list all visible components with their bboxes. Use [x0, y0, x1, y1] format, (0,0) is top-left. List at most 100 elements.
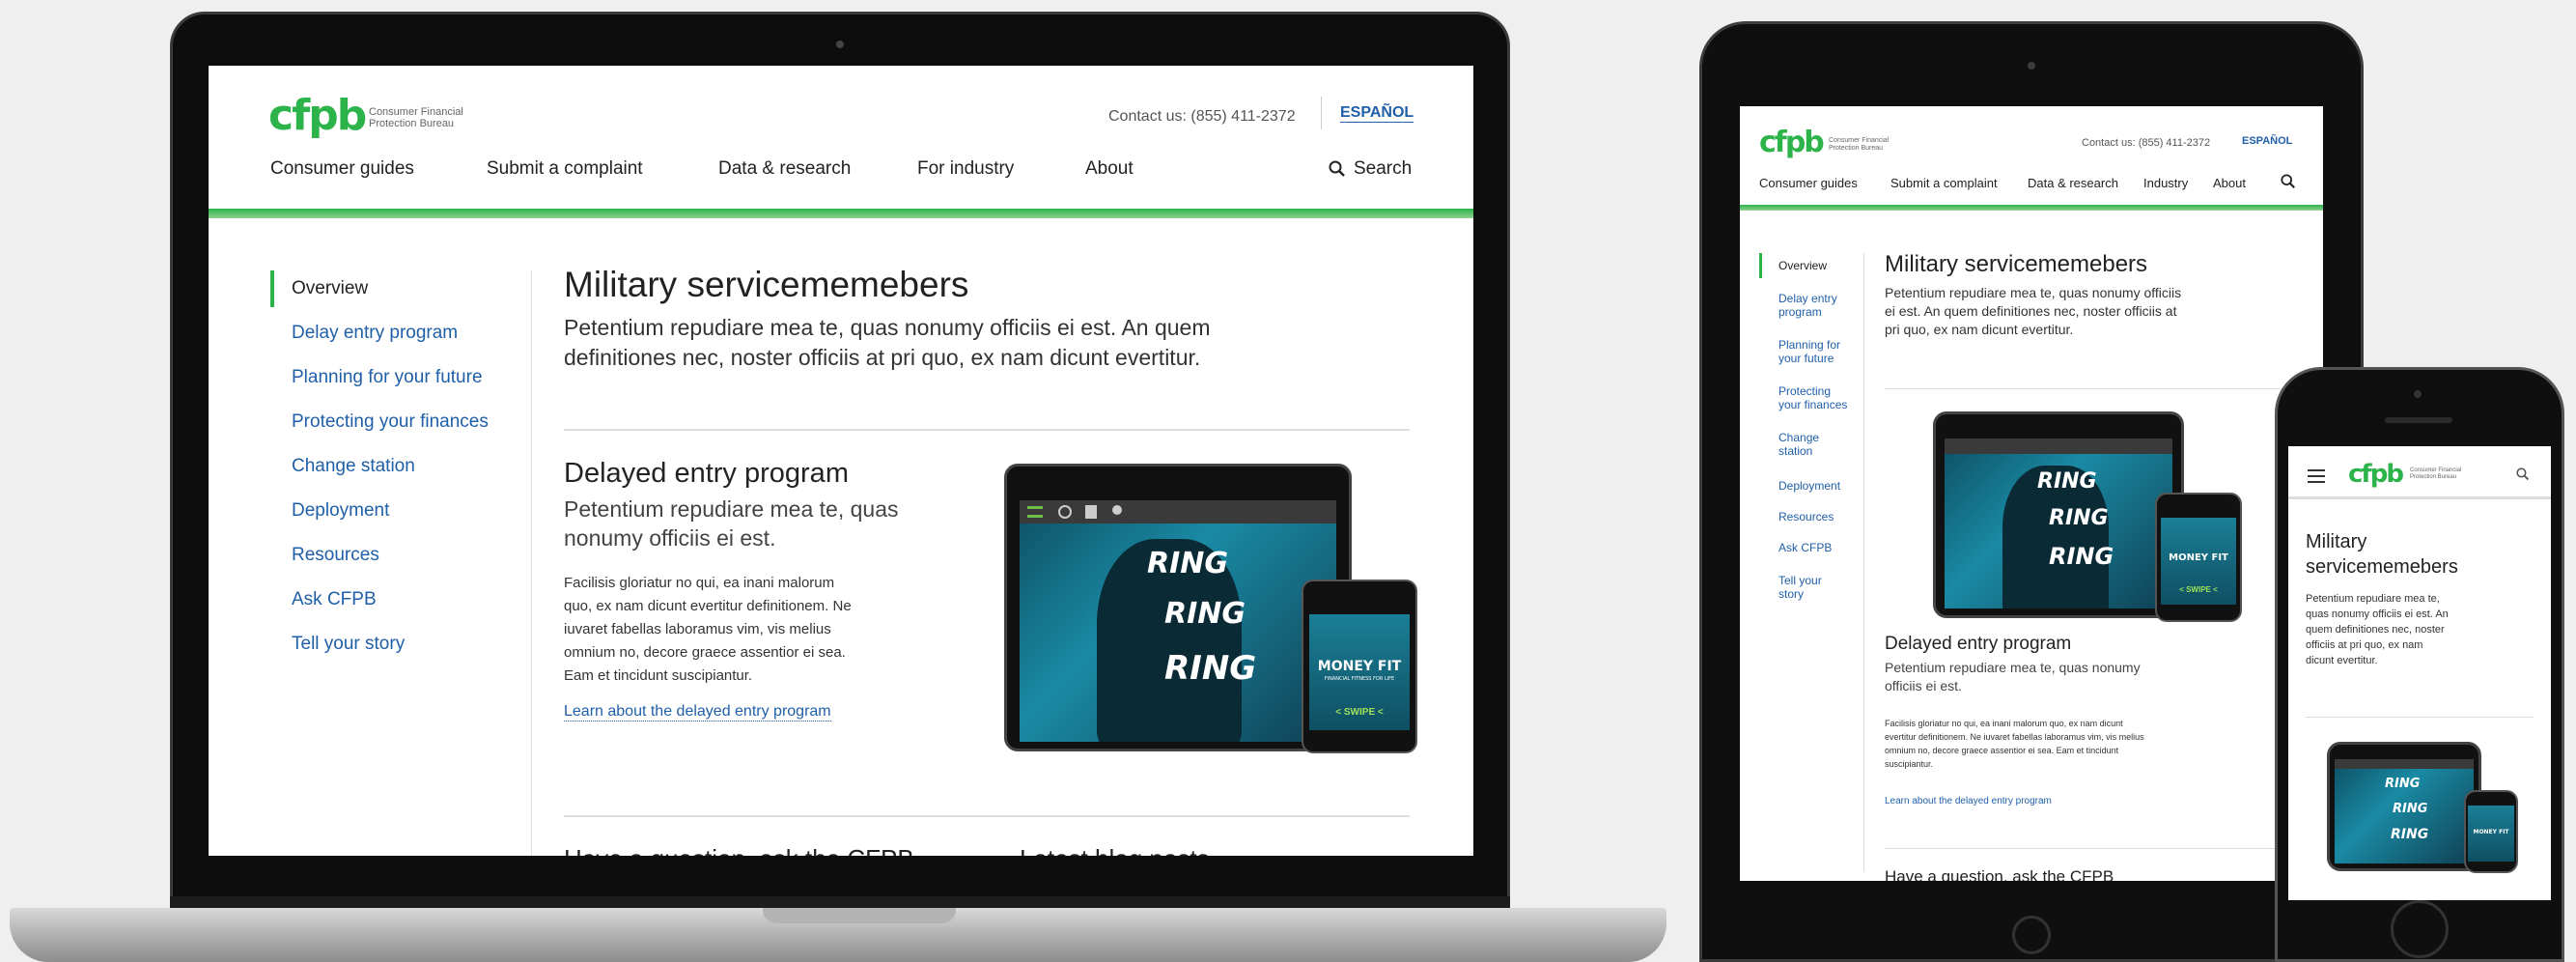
- body-line-3: iuvaret fabellas laboramus vim, vis meli…: [564, 621, 831, 637]
- logo-subtitle: Consumer Financial Protection Bureau: [369, 106, 463, 129]
- sidenav-deployment[interactable]: Deployment: [292, 500, 389, 522]
- phone-cfpb-logo[interactable]: cfpb: [2348, 460, 2404, 489]
- cfpb-logo[interactable]: cfpb: [268, 91, 367, 140]
- sidenav-ask-cfpb[interactable]: Ask CFPB: [292, 589, 377, 610]
- tablet-planning-1: Planning for: [1778, 338, 1841, 352]
- logo-sub-line-2: Protection Bureau: [369, 118, 455, 130]
- money-fit-title: MONEY FIT: [1317, 659, 1402, 674]
- tablet-contact[interactable]: Contact us: (855) 411-2372: [2082, 137, 2210, 149]
- phone-camera: [2414, 390, 2422, 398]
- tablet-change-1: Change: [1778, 431, 1820, 444]
- phone-intro-4: officiis at pri quo, ex nam: [2306, 639, 2423, 651]
- body-line-5: Eam et tincidunt suscipiantur.: [564, 667, 753, 684]
- section-sub-line-2: nonumy officiis ei est.: [564, 525, 776, 551]
- tablet-sidenav-protecting[interactable]: Protecting your finances: [1778, 384, 1847, 411]
- pin-icon: [1112, 505, 1122, 515]
- page-intro: Petentium repudiare mea te, quas nonumy …: [564, 313, 1211, 373]
- tablet-change-2: station: [1778, 444, 1813, 458]
- phone-menu-icon[interactable]: [2308, 469, 2325, 483]
- laptop-camera: [836, 41, 844, 48]
- sidenav-protecting[interactable]: Protecting your finances: [292, 411, 489, 433]
- tablet-cfpb-logo[interactable]: cfpb: [1759, 126, 1825, 159]
- section-body: Facilisis gloriatur no qui, ea inani mal…: [564, 572, 852, 688]
- tablet-sidenav-ask-cfpb[interactable]: Ask CFPB: [1778, 541, 1832, 554]
- search-button[interactable]: Search: [1329, 158, 1412, 180]
- tablet-page-intro: Petentium repudiare mea te, quas nonumy …: [1885, 284, 2181, 339]
- tablet-nav-data-research[interactable]: Data & research: [2028, 176, 2118, 190]
- phone-intro-2: quas nonumy officiis ei est. An: [2306, 608, 2449, 620]
- phone-intro-5: dicunt evertitur.: [2306, 655, 2378, 666]
- phone-logo-sub-2: Protection Bureau: [2410, 473, 2457, 480]
- contact-phone[interactable]: Contact us: (855) 411-2372: [1108, 108, 1296, 126]
- ask-cfpb-heading: Have a question, ask the CFPB: [564, 844, 914, 856]
- tablet-sidenav-tell-story[interactable]: Tell your story: [1778, 574, 1822, 601]
- tablet-section-title: Delayed entry program: [1885, 634, 2072, 654]
- phone-money-fit: MONEY FIT: [2473, 829, 2509, 835]
- tablet-camera: [2028, 62, 2035, 70]
- tablet-body-1: Facilisis gloriatur no qui, ea inani mal…: [1885, 719, 2123, 728]
- tablet-nav-industry[interactable]: Industry: [2143, 176, 2188, 190]
- phone-illustration-phone-screen: MONEY FIT: [2468, 806, 2514, 862]
- espanol-link[interactable]: ESPAÑOL: [1340, 104, 1414, 123]
- sidenav-tell-story[interactable]: Tell your story: [292, 634, 405, 655]
- tablet-sidenav-marker: [1759, 253, 1762, 278]
- phone-title-2: servicememebers: [2306, 556, 2458, 578]
- money-fit-sub: FINANCIAL FITNESS FOR LIFE: [1324, 676, 1395, 682]
- tablet-search-icon[interactable]: [2281, 174, 2296, 189]
- tablet-logo-sub-1: Consumer Financial: [1829, 137, 1890, 144]
- menu-icon: [1027, 506, 1043, 518]
- tablet-sidenav-delay-entry[interactable]: Delay entry program: [1778, 292, 1837, 319]
- sidenav-resources[interactable]: Resources: [292, 545, 379, 566]
- laptop-screen: cfpb Consumer Financial Protection Burea…: [209, 66, 1473, 856]
- tablet-learn-more-link[interactable]: Learn about the delayed entry program: [1885, 796, 2052, 806]
- tablet-logo-sub-2: Protection Bureau: [1829, 144, 1884, 152]
- tablet-sidenav-change-station[interactable]: Change station: [1778, 431, 1819, 458]
- tablet-illustration-phone-screen: MONEY FIT < SWIPE <: [2161, 518, 2236, 605]
- sidenav-planning[interactable]: Planning for your future: [292, 367, 483, 388]
- section-divider: [564, 429, 1410, 431]
- body-line-4: omnium no, decore graece assentior ei se…: [564, 644, 846, 661]
- nav-submit-complaint[interactable]: Submit a complaint: [487, 158, 643, 180]
- tablet-section-divider: [1885, 388, 2310, 389]
- nav-for-industry[interactable]: For industry: [917, 158, 1014, 180]
- tablet-sidenav-overview[interactable]: Overview: [1778, 259, 1827, 272]
- phone-search-icon[interactable]: [2516, 467, 2530, 481]
- tablet-delay-1: Delay entry: [1778, 292, 1837, 305]
- sidenav-delay-entry[interactable]: Delay entry program: [292, 323, 458, 344]
- logo-sub-line-1: Consumer Financial: [369, 106, 463, 118]
- tablet-espanol[interactable]: ESPAÑOL: [2242, 135, 2292, 147]
- tablet-delay-2: program: [1778, 305, 1822, 319]
- phone-logo-subtitle: Consumer Financial Protection Bureau: [2410, 467, 2461, 480]
- tablet-nav-consumer-guides[interactable]: Consumer guides: [1759, 176, 1858, 190]
- tablet-sidenav-resources[interactable]: Resources: [1778, 510, 1834, 523]
- phone-ring-2: RING: [2393, 802, 2428, 816]
- learn-more-link[interactable]: Learn about the delayed entry program: [564, 703, 831, 722]
- sidenav-change-station[interactable]: Change station: [292, 456, 415, 477]
- tablet-sidenav-planning[interactable]: Planning for your future: [1778, 338, 1840, 365]
- header-divider: [1321, 97, 1322, 129]
- tablet-illustration-toolbar: [1945, 439, 2172, 454]
- tablet-logo-subtitle: Consumer Financial Protection Bureau: [1829, 137, 1889, 152]
- page-title: Military servicememebers: [564, 265, 969, 304]
- phone-header-rule: [2288, 496, 2551, 499]
- nav-about[interactable]: About: [1085, 158, 1134, 180]
- ring-text-1: RING: [1147, 547, 1228, 580]
- phone-page-title: Military servicememebers: [2306, 529, 2458, 580]
- tablet-nav-submit-complaint[interactable]: Submit a complaint: [1890, 176, 1998, 190]
- tablet-body-2: evertitur definitionem. Ne iuvaret fabel…: [1885, 732, 2144, 742]
- tablet-sidenav-deployment[interactable]: Deployment: [1778, 479, 1840, 493]
- ring-text-2: RING: [1164, 597, 1246, 631]
- tablet-tell-1: Tell your: [1778, 574, 1822, 587]
- tablet-page-title: Military servicememebers: [1885, 251, 2148, 277]
- tablet-illustration-screen: RING RING RING: [1945, 439, 2172, 608]
- sidenav-active-marker: [270, 270, 274, 307]
- phone-screen: cfpb Consumer Financial Protection Burea…: [2288, 446, 2551, 900]
- sidenav-overview[interactable]: Overview: [292, 278, 368, 299]
- header-green-bar: [209, 209, 1473, 218]
- tablet-bottom-divider: [1885, 848, 2310, 849]
- nav-data-research[interactable]: Data & research: [718, 158, 851, 180]
- tablet-intro-2: ei est. An quem definitiones nec, noster…: [1885, 303, 2177, 319]
- nav-consumer-guides[interactable]: Consumer guides: [270, 158, 414, 180]
- illustration-tablet-screen: RING RING RING: [1020, 500, 1336, 742]
- tablet-nav-about[interactable]: About: [2213, 176, 2246, 190]
